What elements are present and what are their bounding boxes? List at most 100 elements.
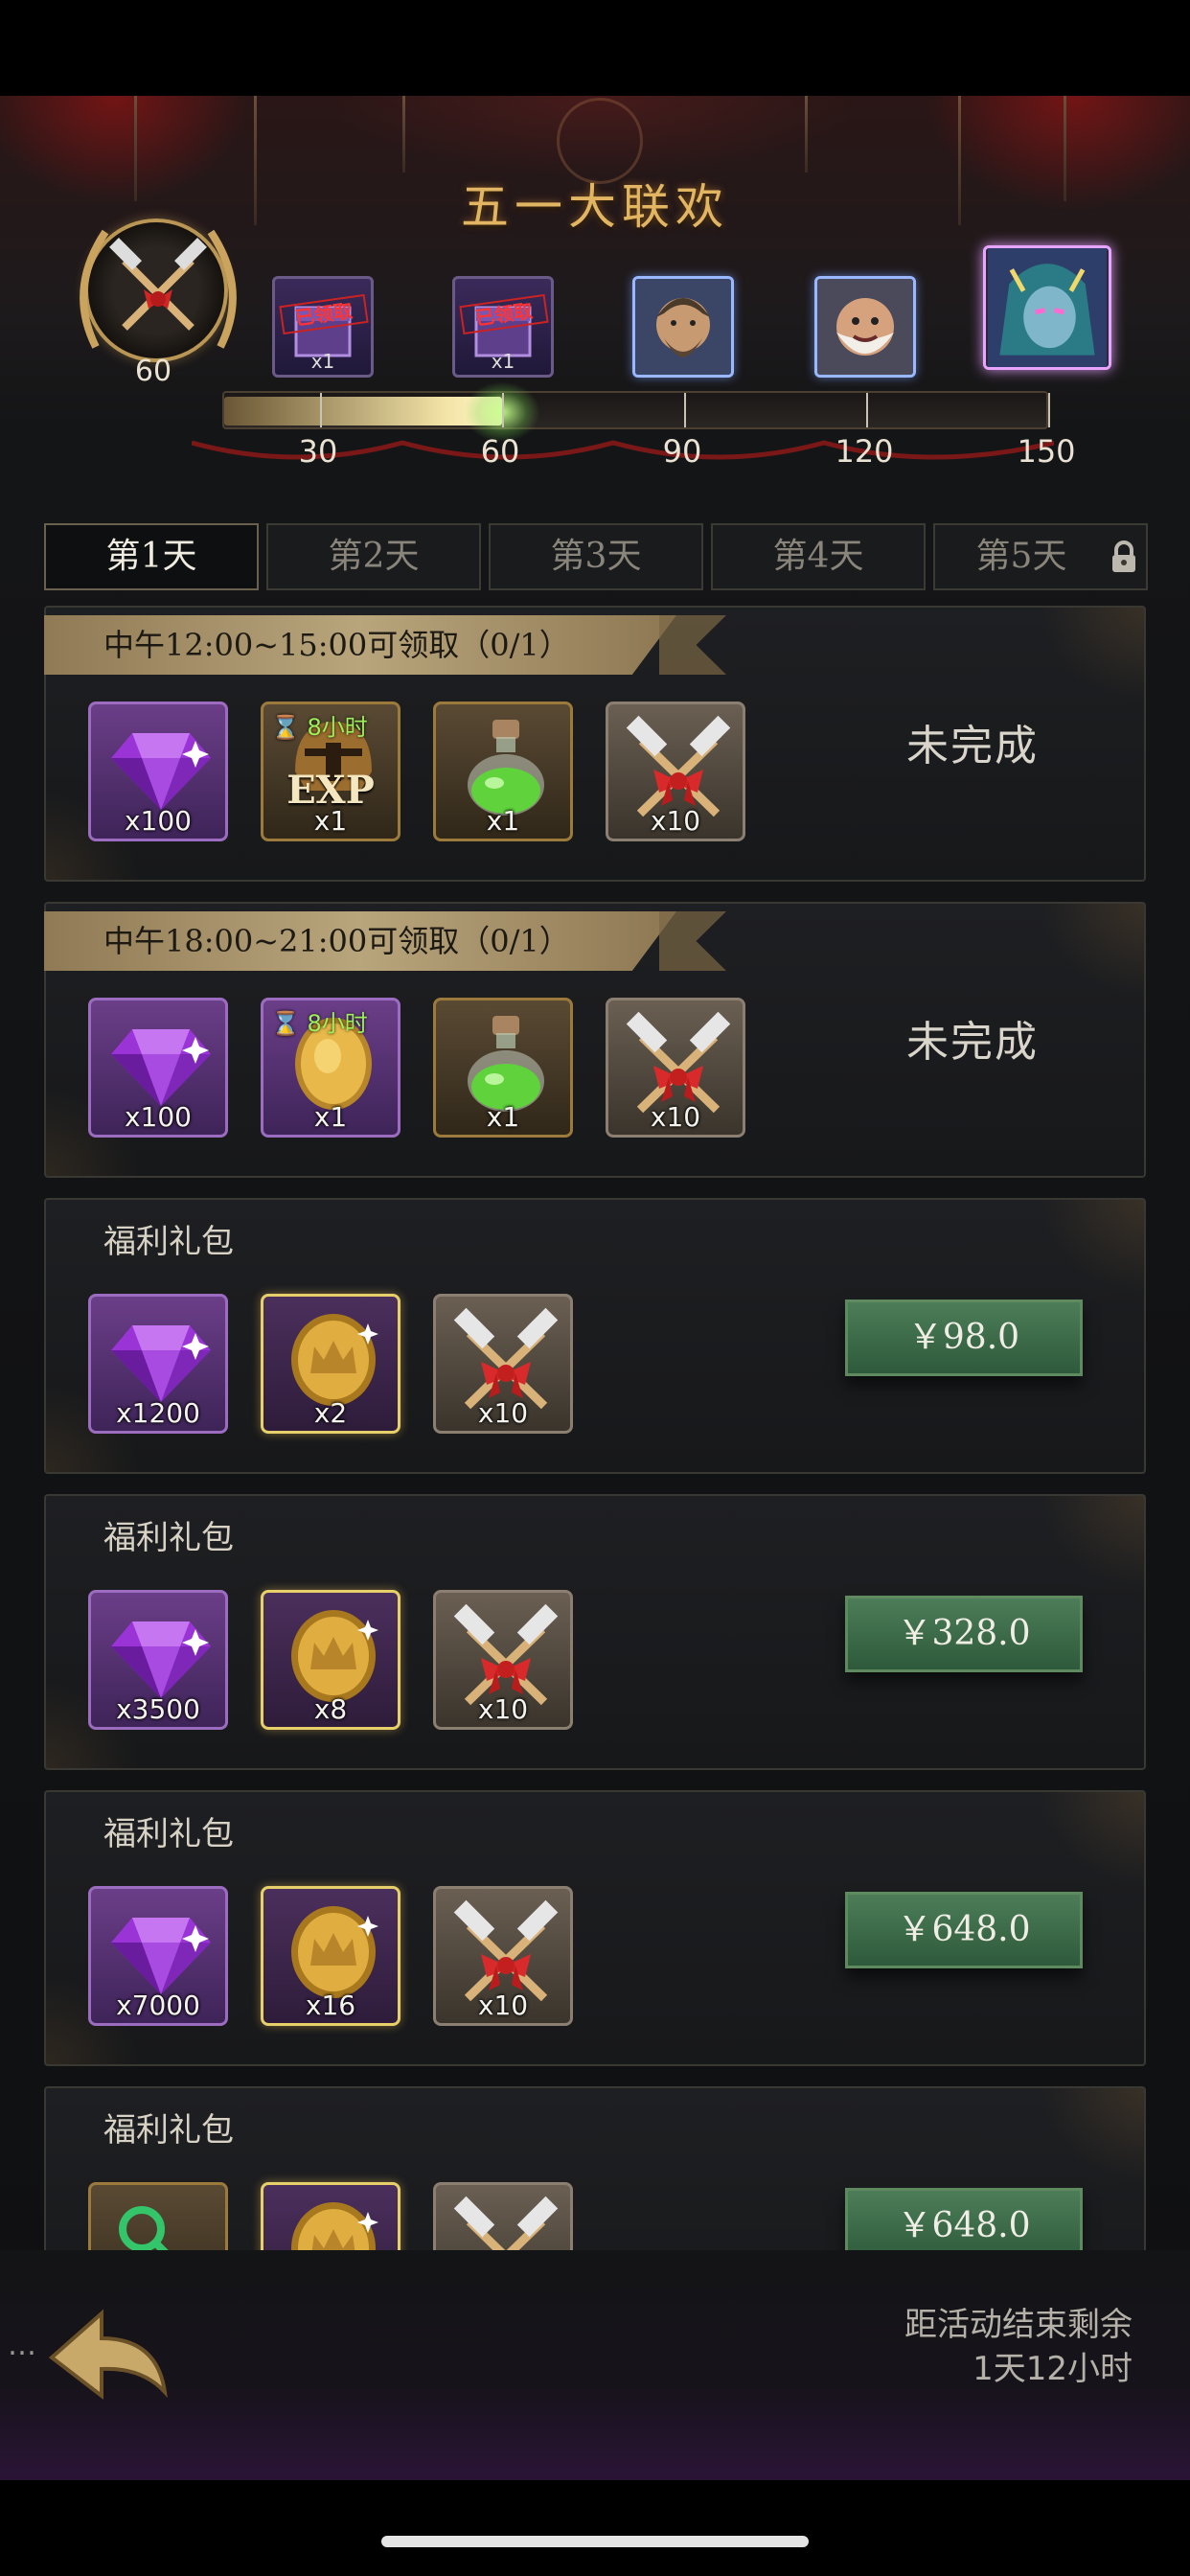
hero-warrior-portrait-icon [635, 279, 731, 375]
green-potion-icon [448, 714, 563, 819]
gem-icon [103, 1602, 218, 1708]
gem-icon [103, 1306, 218, 1412]
countdown-label: 距活动结束剩余 [904, 2306, 1133, 2344]
item-timer: ⌛ 8小时 [271, 708, 368, 742]
crown-coin-icon [276, 1602, 391, 1708]
item-quantity: x100 [124, 805, 192, 837]
reward-item[interactable]: ⌛ 8小时 x1 [261, 998, 400, 1138]
crossed-hammers-icon [621, 714, 736, 819]
pack-title: 福利礼包 [103, 1223, 234, 1261]
milestone-count: x1 [491, 350, 515, 373]
day-tabs: 第1天 第2天 第3天 第4天 第5天 [44, 523, 1148, 590]
item-quantity: x1 [313, 1101, 348, 1133]
countdown-value: 1天12小时 [973, 2350, 1133, 2388]
tab-day-2[interactable]: 第2天 [266, 523, 481, 590]
milestone-reward-150[interactable] [983, 245, 1111, 370]
reward-item[interactable]: x100 [88, 998, 228, 1138]
reward-item[interactable]: x100 [88, 702, 228, 841]
reward-item[interactable]: x7000 [88, 1886, 228, 2026]
item-quantity: x2 [313, 1397, 348, 1429]
milestone-reward-60[interactable]: 已领取 x1 [452, 276, 554, 378]
hero-sorceress-portrait-icon [988, 248, 1107, 367]
item-quantity: x10 [477, 1693, 529, 1725]
buy-button[interactable]: ￥98.0 [845, 1300, 1083, 1376]
milestone-reward-30[interactable]: 已领取 x1 [272, 276, 374, 378]
item-quantity: x10 [477, 1397, 529, 1429]
gem-icon [103, 1898, 218, 2004]
progress-mark-label: 90 [662, 433, 702, 470]
hanging-string [805, 96, 808, 172]
back-arrow-icon[interactable] [42, 2300, 176, 2405]
hourglass-icon: ⌛ [271, 714, 300, 741]
progress-mark-label: 150 [1017, 433, 1076, 470]
milestone-reward-120[interactable] [814, 276, 916, 378]
gift-pack-panel: 福利礼包 x7000 x16 x10 ￥648.0 [44, 1790, 1146, 2066]
task-banner-text: 中午12:00~15:00可领取（0/1） [103, 627, 570, 663]
tab-day-1[interactable]: 第1天 [44, 523, 259, 590]
task-banner-tail [659, 615, 726, 675]
reward-item[interactable]: x1 [433, 998, 573, 1138]
tab-day-4[interactable]: 第4天 [711, 523, 926, 590]
item-quantity: x16 [305, 1990, 356, 2021]
tab-day-5-label: 第5天 [975, 537, 1067, 576]
reward-item[interactable]: x10 [606, 998, 745, 1138]
item-quantity: x7000 [116, 1990, 200, 2021]
progress-badge[interactable] [80, 218, 237, 362]
reward-item[interactable]: x10 [433, 1886, 573, 2026]
progress-mark-label: 120 [835, 433, 894, 470]
item-quantity: x10 [650, 1101, 701, 1133]
reward-item[interactable]: x16 [261, 1886, 400, 2026]
progress-tick [502, 393, 504, 427]
item-quantity: x8 [313, 1693, 348, 1725]
item-quantity: x10 [477, 1990, 529, 2021]
hero-dwarf-portrait-icon [817, 279, 913, 375]
more-indicator[interactable]: … [8, 2329, 36, 2362]
crossed-hammers-icon [448, 1306, 563, 1412]
item-quantity: x1 [313, 805, 348, 837]
reward-item[interactable]: x10 [606, 702, 745, 841]
buy-button[interactable]: ￥648.0 [845, 1892, 1083, 1968]
hourglass-icon: ⌛ [271, 1010, 300, 1037]
reward-item[interactable]: x10 [433, 1294, 573, 1434]
gem-icon [103, 1010, 218, 1116]
reward-item[interactable]: x3500 [88, 1590, 228, 1730]
status-bar [0, 0, 1190, 96]
tab-day-3[interactable]: 第3天 [489, 523, 703, 590]
reward-item[interactable]: x2 [261, 1294, 400, 1434]
task-status: 未完成 [906, 722, 1039, 770]
progress-tick [866, 393, 868, 427]
item-timer: ⌛ 8小时 [271, 1004, 368, 1038]
item-quantity: x3500 [116, 1693, 200, 1725]
buy-button[interactable]: ￥328.0 [845, 1596, 1083, 1672]
reward-item[interactable]: x1 [433, 702, 573, 841]
gift-pack-panel: 福利礼包 x3500 x8 x10 ￥328.0 [44, 1494, 1146, 1770]
crossed-hammers-icon [448, 1602, 563, 1708]
progress-badge-value: 60 [134, 355, 172, 388]
reward-item[interactable]: EXP ⌛ 8小时 x1 [261, 702, 400, 841]
item-timer-text: 8小时 [307, 714, 368, 741]
pack-title: 福利礼包 [103, 2111, 234, 2150]
crown-coin-icon [276, 1306, 391, 1412]
progress-mark-label: 60 [480, 433, 520, 470]
reward-item[interactable]: x8 [261, 1590, 400, 1730]
gift-pack-panel: 福利礼包 x1200 x2 x10 ￥98.0 [44, 1198, 1146, 1474]
item-quantity: x1 [486, 805, 520, 837]
item-quantity: x1 [486, 1101, 520, 1133]
item-timer-text: 8小时 [307, 1010, 368, 1037]
crown-coin-icon [276, 1898, 391, 2004]
green-potion-icon [448, 1010, 563, 1116]
reward-item[interactable]: x10 [433, 1590, 573, 1730]
gem-icon [103, 714, 218, 819]
reward-item[interactable]: x1200 [88, 1294, 228, 1434]
crossed-hammers-icon [621, 1010, 736, 1116]
item-quantity: x1200 [116, 1397, 200, 1429]
progress-tick [320, 393, 322, 427]
milestone-reward-90[interactable] [632, 276, 734, 378]
tab-day-5[interactable]: 第5天 [933, 523, 1148, 590]
progress-tick [684, 393, 686, 427]
task-banner-text: 中午18:00~21:00可领取（0/1） [103, 923, 570, 959]
task-panel: 中午18:00~21:00可领取（0/1） x100 ⌛ 8小时 x1 x1 x… [44, 902, 1146, 1178]
item-quantity: x100 [124, 1101, 192, 1133]
pack-title: 福利礼包 [103, 1815, 234, 1853]
home-indicator[interactable] [381, 2536, 809, 2547]
